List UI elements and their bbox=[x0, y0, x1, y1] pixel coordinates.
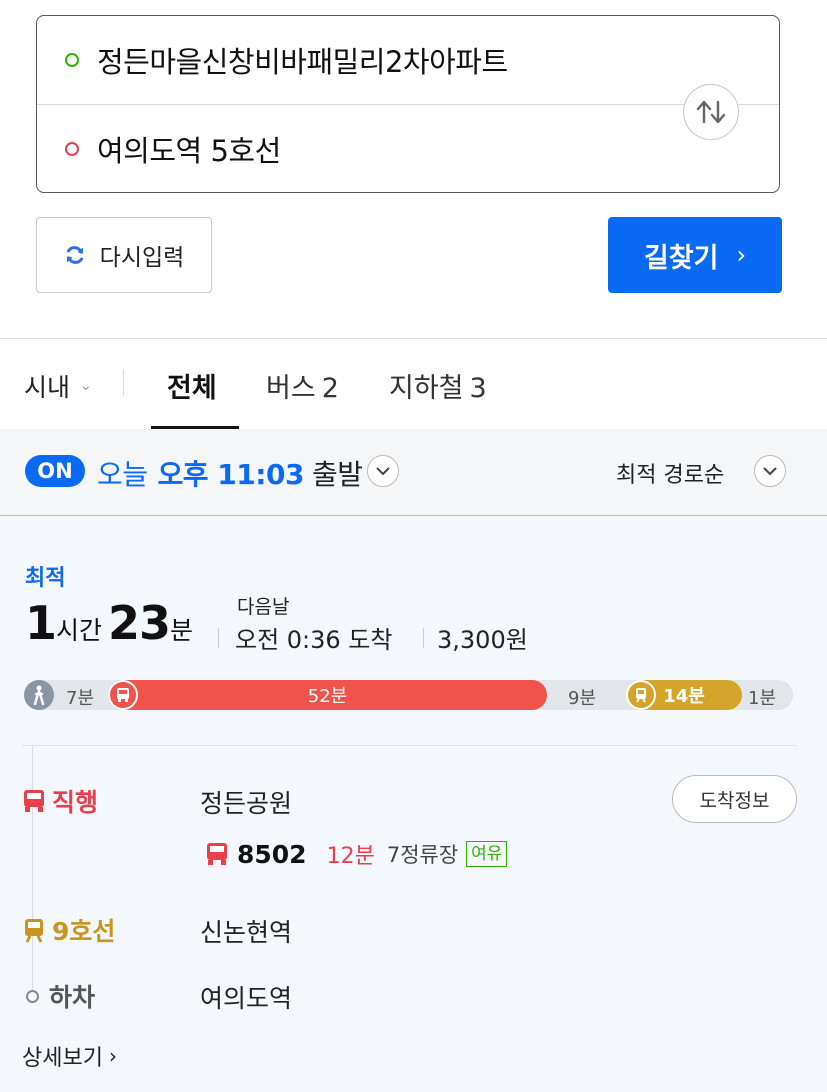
origin-field[interactable]: 정든마을신창비바패밀리2차아파트 bbox=[37, 16, 779, 104]
arrival-time: 오전 0:36 도착 bbox=[235, 626, 393, 654]
duration-hours: 1 bbox=[25, 596, 57, 650]
bus-eta: 12분 bbox=[326, 844, 375, 869]
subway-icon bbox=[25, 919, 43, 943]
crowd-badge: 여유 bbox=[466, 841, 508, 867]
subway-icon bbox=[626, 680, 656, 710]
origin-text: 정든마을신창비바패밀리2차아파트 bbox=[97, 45, 508, 79]
departure-time: 오후 11:03 bbox=[157, 458, 305, 491]
route-timeline: 7분 52분 9분 14분 1분 bbox=[24, 680, 793, 710]
bus-duration: 52분 bbox=[307, 686, 348, 707]
tab-subway-label: 지하철 bbox=[389, 373, 464, 404]
bus-number: 8502 bbox=[237, 839, 307, 869]
tab-bus-label: 버스 bbox=[266, 373, 316, 404]
transfer-wait-duration: 9분 bbox=[568, 688, 597, 709]
transfer-station[interactable]: 신논현역 bbox=[200, 913, 292, 949]
swap-updown-icon bbox=[696, 100, 726, 124]
chevron-down-icon: ⌄ bbox=[80, 378, 92, 394]
departure-time-bar: ON 오늘 오후 11:03 출발 최적 경로순 bbox=[0, 429, 827, 516]
route-result-card[interactable]: 최적 1 시간 23 분 다음날 오전 0:36 도착 3,300원 7분 52… bbox=[0, 516, 827, 1092]
step-mode-label: 직행 bbox=[52, 788, 99, 817]
route-search-box: 정든마을신창비바패밀리2차아파트 여의도역 5호선 bbox=[36, 15, 780, 193]
view-details-link[interactable]: 상세보기 › bbox=[22, 1040, 117, 1072]
bus-segment: 52분 bbox=[108, 680, 547, 710]
tab-separator bbox=[123, 370, 124, 396]
summary-separator bbox=[423, 628, 424, 648]
find-route-label: 길찾기 bbox=[643, 242, 719, 274]
chevron-right-icon: › bbox=[108, 1044, 117, 1068]
best-route-badge: 최적 bbox=[25, 566, 66, 591]
departure-dropdown-button[interactable] bbox=[367, 455, 399, 487]
step-mode-label: 하차 bbox=[49, 983, 96, 1012]
chevron-down-icon bbox=[763, 466, 777, 475]
tab-all[interactable]: 전체 bbox=[167, 366, 217, 405]
card-divider bbox=[22, 745, 797, 746]
summary-separator bbox=[218, 628, 219, 648]
reset-label: 다시입력 bbox=[99, 245, 185, 271]
boarding-stop[interactable]: 정든공원 bbox=[200, 784, 292, 820]
origin-marker-icon bbox=[65, 53, 79, 67]
alight-marker-icon bbox=[26, 989, 39, 1003]
destination-station[interactable]: 여의도역 bbox=[200, 979, 292, 1015]
total-duration: 1 시간 23 분 bbox=[25, 596, 199, 650]
tab-subway-count: 3 bbox=[469, 373, 487, 404]
departure-day: 오늘 bbox=[97, 458, 148, 491]
final-walk-duration: 1분 bbox=[748, 688, 777, 709]
bus-icon bbox=[24, 790, 44, 812]
destination-field[interactable]: 여의도역 5호선 bbox=[37, 105, 779, 193]
view-details-label: 상세보기 bbox=[22, 1046, 103, 1071]
tab-bus-count: 2 bbox=[321, 373, 339, 404]
find-route-button[interactable]: 길찾기 › bbox=[608, 217, 782, 293]
bus-icon bbox=[108, 680, 138, 710]
fare: 3,300원 bbox=[437, 626, 528, 654]
sort-order-label[interactable]: 최적 경로순 bbox=[616, 457, 724, 489]
duration-minutes-unit: 분 bbox=[170, 616, 194, 645]
tab-subway[interactable]: 지하철 3 bbox=[389, 366, 487, 405]
realtime-toggle[interactable]: ON bbox=[25, 455, 85, 487]
tab-all-label: 전체 bbox=[167, 373, 217, 404]
swap-button[interactable] bbox=[683, 84, 739, 140]
walk-icon bbox=[24, 680, 54, 710]
departure-suffix: 출발 bbox=[311, 458, 363, 491]
step-subway-transfer: 9호선 bbox=[22, 912, 115, 948]
refresh-icon bbox=[66, 246, 83, 264]
chevron-right-icon: › bbox=[736, 241, 747, 269]
region-dropdown[interactable]: 시내 ⌄ bbox=[24, 368, 92, 404]
destination-text: 여의도역 5호선 bbox=[97, 134, 281, 168]
step-bus-boarding: 직행 bbox=[22, 783, 98, 819]
reset-button[interactable]: 다시입력 bbox=[36, 217, 212, 293]
step-alight: 하차 bbox=[22, 978, 95, 1014]
bus-icon bbox=[207, 843, 227, 865]
walk-duration: 7분 bbox=[66, 688, 95, 709]
arrival-info-button[interactable]: 도착정보 bbox=[672, 775, 797, 823]
sort-dropdown-button[interactable] bbox=[754, 455, 786, 487]
bus-line-info[interactable]: 8502 12분 7정류장 여유 bbox=[205, 838, 508, 870]
chevron-down-icon bbox=[376, 466, 390, 475]
duration-hours-unit: 시간 bbox=[56, 616, 103, 645]
section-divider bbox=[0, 338, 827, 339]
departure-time-selector[interactable]: 오늘 오후 11:03 출발 bbox=[97, 453, 363, 493]
next-day-label: 다음날 bbox=[237, 596, 290, 618]
duration-minutes: 23 bbox=[108, 596, 171, 650]
region-label: 시내 bbox=[24, 373, 71, 402]
subway-duration: 14분 bbox=[663, 686, 705, 707]
bus-stop-count: 7정류장 bbox=[386, 843, 459, 867]
step-mode-label: 9호선 bbox=[52, 917, 116, 946]
tab-bus[interactable]: 버스 2 bbox=[266, 366, 339, 405]
transit-filter-bar: 시내 ⌄ 전체 버스 2 지하철 3 bbox=[0, 340, 827, 429]
destination-marker-icon bbox=[65, 142, 79, 156]
